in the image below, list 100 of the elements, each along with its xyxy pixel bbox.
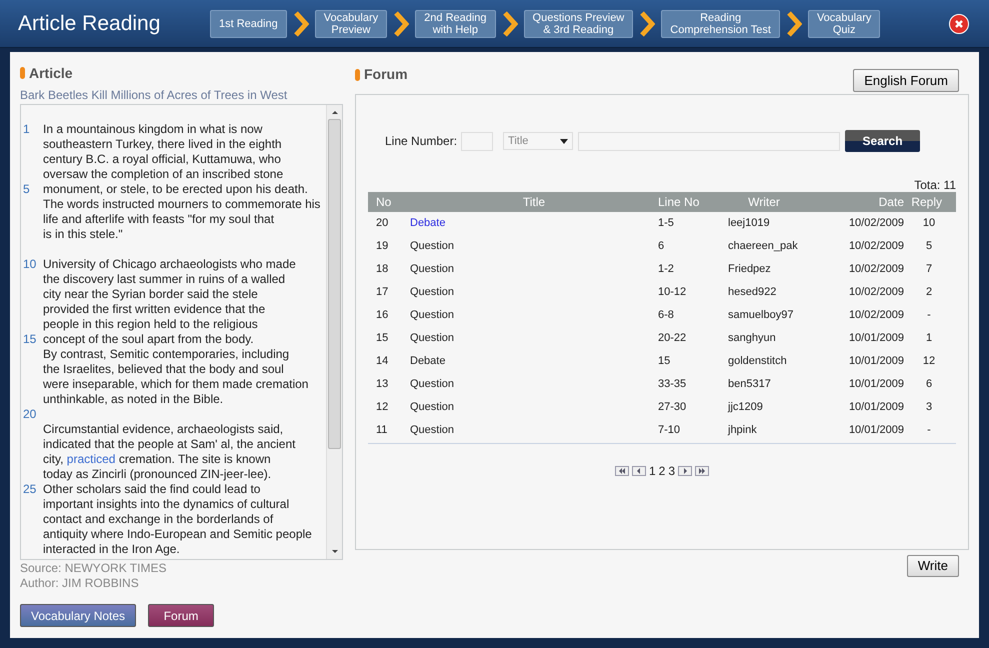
vocabulary-notes-button[interactable]: Vocabulary Notes bbox=[20, 604, 136, 627]
table-cell-text: 6 bbox=[658, 239, 666, 254]
post-title-link[interactable]: Question bbox=[410, 376, 658, 393]
page-link[interactable]: 2 bbox=[658, 462, 666, 480]
vocabulary-link[interactable]: practiced bbox=[66, 452, 116, 466]
post-title-link[interactable]: Question bbox=[410, 422, 658, 439]
step-button[interactable]: Questions Preview & 3rd Reading bbox=[524, 10, 634, 38]
table-cell-text: 18 bbox=[376, 262, 390, 278]
next-page-button[interactable] bbox=[678, 466, 692, 476]
post-title-link[interactable]: Question bbox=[410, 399, 658, 416]
table-cell-text: jjc1209 bbox=[726, 400, 764, 416]
previous-page-icon[interactable] bbox=[634, 468, 643, 474]
table-cell-text: 1-5 bbox=[658, 216, 675, 232]
table-cell-text: 10/02/2009 bbox=[848, 239, 904, 254]
first-page-icon[interactable] bbox=[618, 468, 626, 474]
table-cell-text: 16 bbox=[376, 308, 390, 324]
article-line: University of Chicago archaeologists who made bbox=[43, 257, 296, 272]
last-page-icon[interactable] bbox=[698, 468, 706, 474]
step-button[interactable]: Vocabulary Preview bbox=[314, 10, 388, 38]
table-cell-text: 10/02/2009 bbox=[848, 285, 904, 300]
source-text: Source: NEWYORK TIMES bbox=[20, 561, 168, 576]
table-cell-text: 6-8 bbox=[658, 308, 675, 324]
first-page-button[interactable] bbox=[614, 466, 629, 476]
post-title-link[interactable]: Question bbox=[410, 261, 658, 278]
table-cell-text: 17 bbox=[376, 285, 390, 300]
line-number: 5 bbox=[23, 182, 31, 197]
heading-marker-icon bbox=[20, 67, 25, 79]
table-cell-text: 12 bbox=[376, 400, 390, 416]
total-count: Tota: 11 bbox=[914, 178, 956, 192]
article-line: is in this stele." bbox=[43, 227, 123, 242]
section-heading: Article bbox=[29, 64, 73, 82]
step-button[interactable]: 2nd Reading with Help bbox=[415, 10, 496, 38]
article-line: Other scholars said the find could lead to bbox=[43, 482, 260, 497]
table-cell-text: 7-10 bbox=[658, 423, 682, 438]
last-page-button[interactable] bbox=[695, 466, 710, 476]
table-cell-text: jhpink bbox=[726, 423, 758, 438]
search-button[interactable]: Search bbox=[845, 130, 920, 152]
article-line: city, practiced cremation. The site is known bbox=[43, 452, 271, 467]
article-line: concept of the soul apart from the body. bbox=[43, 332, 254, 347]
table-cell-text: 10/02/2009 bbox=[848, 262, 904, 278]
line-number: 25 bbox=[23, 482, 38, 497]
caret-icon bbox=[560, 138, 568, 144]
post-title-link[interactable]: Question bbox=[410, 330, 658, 347]
close-button[interactable] bbox=[949, 14, 969, 34]
table-cell-text: 11 bbox=[376, 423, 388, 438]
article-line: important insights into the dynamics of cultural bbox=[43, 497, 290, 512]
line-number: 15 bbox=[23, 332, 38, 347]
section-heading: Forum bbox=[364, 65, 408, 84]
table-cell-text: 10/01/2009 bbox=[848, 377, 904, 392]
table-cell-text: - bbox=[926, 423, 932, 438]
table-cell-text: 6 bbox=[924, 377, 934, 392]
table-cell-text: 10/01/2009 bbox=[848, 354, 904, 370]
previous-page-button[interactable] bbox=[632, 466, 646, 476]
article-line: By contrast, Semitic contemporaries, including bbox=[43, 347, 290, 362]
post-title-link[interactable]: Debate bbox=[410, 353, 658, 370]
write-button[interactable]: Write bbox=[906, 555, 959, 577]
close-icon[interactable] bbox=[954, 18, 964, 28]
english-forum-button[interactable]: English Forum bbox=[853, 69, 959, 92]
step-button[interactable]: Vocabulary Quiz bbox=[808, 10, 880, 38]
table-cell-text: 3 bbox=[924, 400, 934, 416]
chevron-icon bbox=[292, 10, 309, 36]
article-title: Bark Beetles Kill Millions of Acres of Trees in West bbox=[20, 87, 288, 102]
table-cell-text: leej1019 bbox=[727, 216, 771, 232]
page-link[interactable]: 1 bbox=[648, 462, 656, 480]
article-line: antiquity where Indo-European and Semitic people bbox=[43, 527, 312, 542]
search-field[interactable] bbox=[578, 132, 840, 150]
post-title-link[interactable]: Debate bbox=[410, 215, 658, 232]
line-number-field[interactable] bbox=[461, 132, 494, 150]
table-cell-text: 13 bbox=[376, 377, 390, 392]
article-line: the Israelites, believed that the body and soul bbox=[43, 362, 284, 377]
scrollbar[interactable] bbox=[326, 105, 342, 559]
article-line: city near the Syrian border said the stele bbox=[43, 287, 258, 302]
table-cell-text: 10 bbox=[922, 216, 936, 232]
window-title: Article Reading bbox=[18, 10, 162, 37]
post-title-link[interactable]: Question bbox=[410, 284, 658, 301]
table-cell-text: 10/01/2009 bbox=[848, 423, 904, 438]
scroll-thumb[interactable] bbox=[328, 119, 341, 449]
article-line: today as Zincirli (pronounced ZIN-jeer-lee). bbox=[43, 467, 272, 482]
table-cell-text: sanghyun bbox=[727, 331, 777, 346]
table-cell-text: ben5317 bbox=[727, 377, 772, 392]
table-cell-text: goldenstitch bbox=[727, 354, 788, 370]
line-number: 1 bbox=[23, 122, 31, 137]
article-line: indicated that the people at Sam' al, the ancient bbox=[43, 437, 296, 452]
article-line: southeastern Turkey, there lived in the eighth bbox=[43, 137, 282, 152]
table-cell-text: 20-22 bbox=[658, 331, 688, 346]
table-cell-text: 33-35 bbox=[658, 377, 688, 392]
post-title-link[interactable]: Question bbox=[410, 238, 658, 255]
heading-marker-icon bbox=[355, 68, 360, 80]
step-button[interactable]: 1st Reading bbox=[210, 10, 287, 38]
forum-button[interactable]: Forum bbox=[148, 604, 214, 627]
article-line: century B.C. a royal official, Kuttamuwa, who bbox=[43, 152, 281, 167]
table-cell-text: 10/01/2009 bbox=[848, 331, 904, 346]
step-button[interactable]: Reading Comprehension Test bbox=[661, 10, 780, 38]
page-link[interactable]: 3 bbox=[668, 462, 676, 480]
table-cell-text: 5 bbox=[924, 239, 934, 254]
table-cell-text: 20 bbox=[376, 216, 390, 232]
line-number: 10 bbox=[23, 257, 38, 272]
post-title-link[interactable]: Question bbox=[410, 307, 658, 324]
table-cell-text: 15 bbox=[376, 331, 390, 346]
next-page-icon[interactable] bbox=[681, 468, 690, 474]
